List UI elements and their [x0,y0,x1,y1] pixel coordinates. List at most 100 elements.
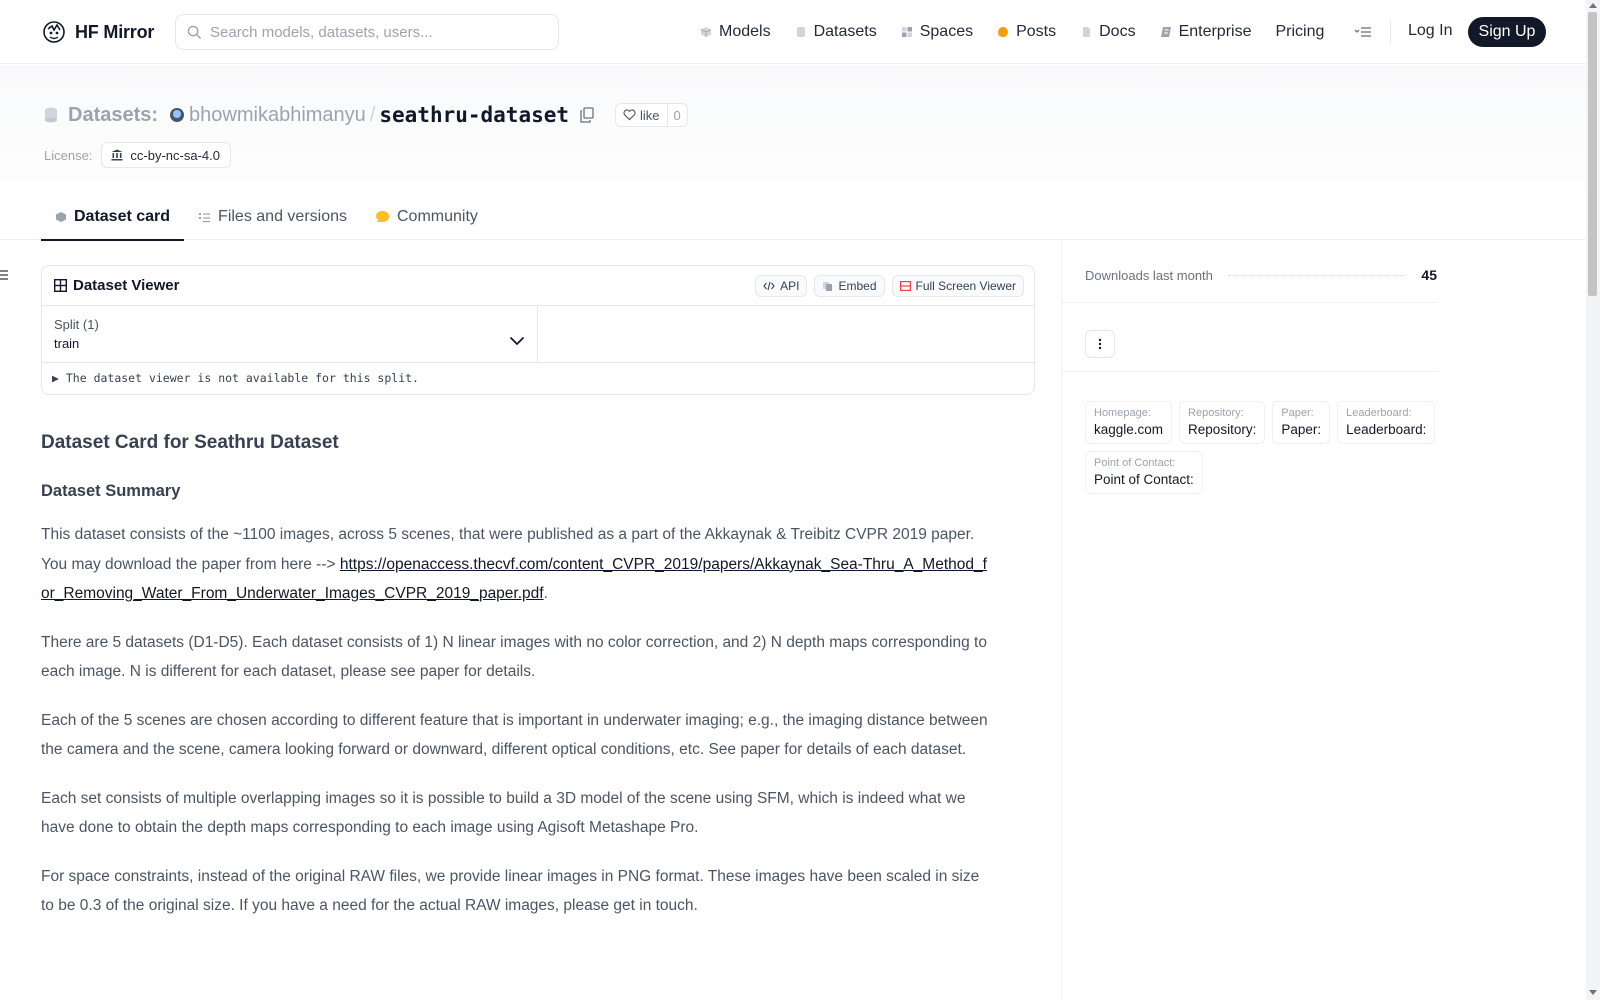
repo-name[interactable]: seathru-dataset [379,103,569,127]
brand-name: HF Mirror [75,21,155,42]
nav-models[interactable]: Models [700,17,771,47]
scroll-down-arrow-icon[interactable] [1589,990,1597,995]
document-icon [1083,27,1091,37]
like-button[interactable]: like [616,104,667,126]
dataset-viewer-title-text: Dataset Viewer [73,277,180,294]
split-row: Split (1) train [42,306,1034,363]
meta-value: Point of Contact: [1094,472,1194,487]
dataset-card: Dataset Card for Seathru Dataset Dataset… [41,432,991,940]
summary-paragraph-2: There are 5 datasets (D1-D5). Each datas… [41,633,987,681]
license-tag[interactable]: cc-by-nc-sa-4.0 [101,142,231,168]
scroll-up-arrow-icon[interactable] [1589,3,1597,8]
license-value: cc-by-nc-sa-4.0 [130,147,220,163]
files-icon [199,212,211,222]
meta-value: kaggle.com [1094,422,1164,437]
like-label: like [640,107,660,123]
embed-button[interactable]: Embed [814,275,885,297]
code-icon [763,281,775,291]
full-screen-viewer-button[interactable]: Full Screen Viewer [891,275,1024,297]
api-button[interactable]: API [755,275,808,297]
nav-models-label: Models [719,23,771,40]
nav-enterprise-label: Enterprise [1178,23,1252,40]
signup-button[interactable]: Sign Up [1468,17,1546,47]
meta-value: Repository: [1188,422,1257,437]
nav-pricing-label: Pricing [1275,23,1325,40]
brand-home-link[interactable]: HF Mirror [42,20,154,44]
top-navigation: HF Mirror Models Datasets Spaces Posts D… [0,0,1586,64]
nav-links: Models Datasets Spaces Posts Docs Enterp… [700,17,1348,47]
sidebar-toggle-icon[interactable] [0,268,10,282]
api-button-label: API [780,279,800,293]
speech-bubble-icon [998,27,1009,37]
repository-link[interactable]: Repository: Repository: [1179,401,1266,444]
meta-value: Leaderboard: [1346,422,1427,437]
more-menu-icon[interactable] [1353,22,1373,42]
summary-paragraph-3: Each of the 5 scenes are chosen accordin… [41,711,988,759]
tab-files-label: Files and versions [218,207,347,225]
chevron-down-icon [509,336,525,346]
paper-meta-link[interactable]: Paper: Paper: [1272,401,1331,444]
repo-title-row: Datasets: bhowmikabhimanyu / seathru-dat… [44,103,688,127]
point-of-contact-link[interactable]: Point of Contact: Point of Contact: [1085,451,1203,494]
page-scrollbar[interactable] [1586,0,1600,1000]
meta-key: Leaderboard: [1346,407,1412,419]
owner-link[interactable]: bhowmikabhimanyu [189,104,366,127]
repo-tabs: Dataset card Files and versions Communit… [41,194,492,241]
dataset-viewer-title: Dataset Viewer [54,277,179,294]
tab-dataset-card[interactable]: Dataset card [41,194,185,241]
nav-docs-label: Docs [1099,23,1136,40]
like-widget: like 0 [615,103,688,127]
path-separator: / [369,103,376,126]
downloads-value: 45 [1421,267,1437,283]
table-icon [54,279,67,292]
repo-header: Datasets: bhowmikabhimanyu / seathru-dat… [0,65,1586,241]
cube-icon [700,27,712,37]
viewer-unavailable-message: The dataset viewer is not available for … [65,371,419,385]
split-label: Split (1) [54,317,99,332]
summary-paragraph-5: For space constraints, instead of the or… [41,867,980,915]
leaderboard-link[interactable]: Leaderboard: Leaderboard: [1337,401,1436,444]
nav-spaces-label: Spaces [919,23,974,40]
homepage-link[interactable]: Homepage: kaggle.com [1085,401,1173,444]
dataset-viewer-actions: API Embed Full Screen Viewer [755,275,1024,297]
meta-key: Paper: [1281,407,1314,419]
downloads-leader-dots [1228,274,1406,276]
repo-type-label: Datasets: [68,103,159,126]
copy-icon[interactable] [579,107,595,123]
like-count: 0 [666,104,687,126]
search-icon [187,25,202,39]
nav-datasets[interactable]: Datasets [795,17,877,47]
meta-key: Repository: [1188,407,1244,419]
disclosure-triangle-icon: ▶ [52,371,59,385]
full-screen-table-icon [899,281,911,291]
dataset-card-icon [56,211,66,222]
search-input[interactable] [210,23,540,41]
login-link[interactable]: Log In [1408,22,1452,40]
tab-files-and-versions[interactable]: Files and versions [184,194,361,239]
kebab-menu-icon [1098,338,1102,350]
tab-community-label: Community [397,207,478,225]
embed-icon [823,281,833,291]
nav-pricing[interactable]: Pricing [1275,17,1324,47]
nav-docs[interactable]: Docs [1080,17,1136,47]
scrollbar-thumb[interactable] [1588,12,1597,296]
nav-enterprise[interactable]: Enterprise [1160,17,1252,47]
dataset-viewer-header: Dataset Viewer API Embed Full Screen Vie… [42,266,1034,306]
card-title: Dataset Card for Seathru Dataset [41,432,339,453]
full-screen-viewer-label: Full Screen Viewer [915,279,1017,293]
split-select[interactable]: Split (1) train [42,306,538,362]
dataset-viewer: Dataset Viewer API Embed Full Screen Vie… [41,265,1035,395]
search-box[interactable] [175,14,559,50]
enterprise-icon [1160,27,1171,37]
license-label: License: [44,147,93,163]
nav-spaces[interactable]: Spaces [901,17,973,47]
more-options-button[interactable] [1085,330,1115,358]
embed-button-label: Embed [838,279,877,293]
summary-paragraph-1: This dataset consists of the ~1100 image… [41,520,991,609]
owner-avatar[interactable] [170,108,185,122]
viewer-unavailable-disclosure[interactable]: ▶ The dataset viewer is not available fo… [42,363,1034,393]
tab-community[interactable]: Community [361,194,492,239]
nav-posts[interactable]: Posts [997,17,1056,47]
hf-logo-icon [43,21,65,43]
downloads-label: Downloads last month [1085,267,1213,283]
